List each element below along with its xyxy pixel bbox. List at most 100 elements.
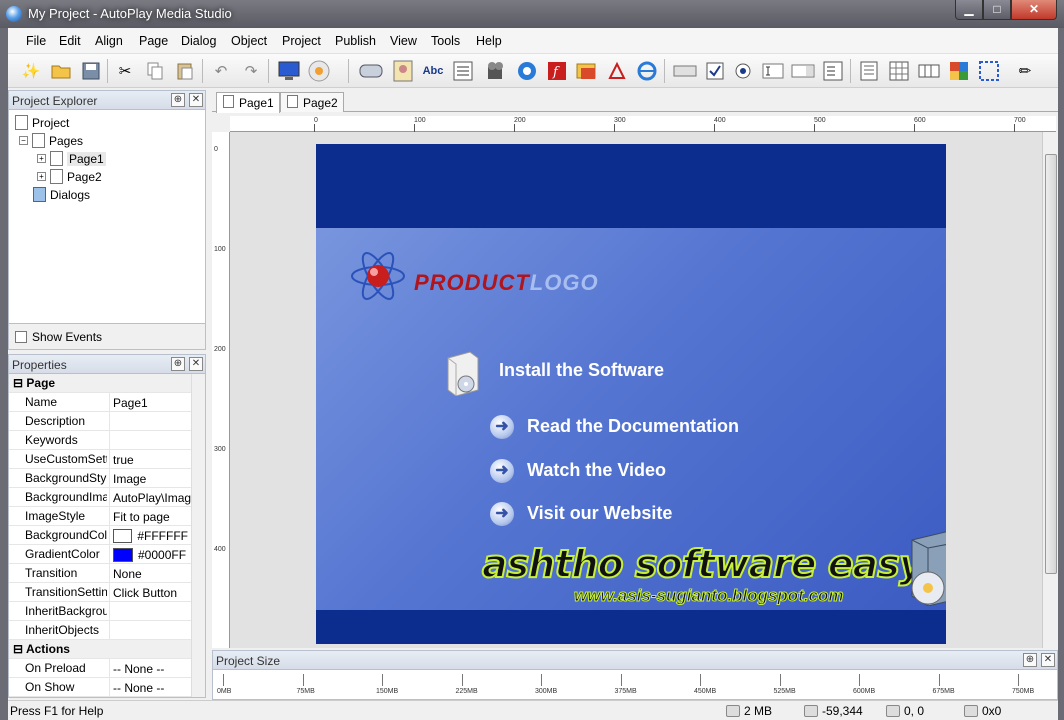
expand-icon[interactable]: +: [37, 154, 46, 163]
menu-align[interactable]: Align: [95, 34, 123, 48]
menu-edit[interactable]: Edit: [59, 34, 81, 48]
menu-publish[interactable]: Publish: [335, 34, 376, 48]
save-icon[interactable]: [78, 58, 104, 84]
slideshow-object-icon[interactable]: [574, 58, 600, 84]
property-value[interactable]: [109, 602, 191, 621]
property-value[interactable]: Click Button: [109, 583, 191, 602]
property-row[interactable]: Keywords: [9, 431, 191, 450]
property-row[interactable]: InheritBackgrou: [9, 602, 191, 621]
redo-icon[interactable]: ↷: [238, 58, 264, 84]
preview-icon[interactable]: [276, 58, 302, 84]
pencil-icon[interactable]: ✏: [1012, 58, 1038, 84]
tree-node-project[interactable]: Project: [15, 115, 69, 130]
pdf-object-icon[interactable]: [604, 58, 630, 84]
property-row[interactable]: UseCustomSett true: [9, 450, 191, 469]
cut-icon[interactable]: ✂: [112, 58, 138, 84]
property-value[interactable]: Page1: [109, 393, 191, 412]
property-value[interactable]: Image: [109, 469, 191, 488]
tab-page1[interactable]: Page1: [216, 92, 280, 113]
maximize-button[interactable]: □: [983, 0, 1011, 20]
property-row[interactable]: BackgroundIma AutoPlay\Imag: [9, 488, 191, 507]
canvas-vertical-scrollbar[interactable]: [1042, 132, 1058, 648]
tabs-icon[interactable]: [916, 58, 942, 84]
combobox-object-icon[interactable]: [790, 58, 816, 84]
flash-object-icon[interactable]: f: [544, 58, 570, 84]
menu-project[interactable]: Project: [282, 34, 321, 48]
menu-object[interactable]: Object: [231, 34, 267, 48]
property-category[interactable]: ⊟ Page: [9, 374, 191, 393]
install-software-link[interactable]: Install the Software: [499, 360, 664, 381]
property-value[interactable]: true: [109, 450, 191, 469]
copy-icon[interactable]: [142, 58, 168, 84]
tree-node-dialogs[interactable]: Dialogs: [33, 187, 90, 202]
radio-object-icon[interactable]: [730, 58, 756, 84]
textbox-object-icon[interactable]: [760, 58, 786, 84]
label-object-icon[interactable]: Abc: [420, 58, 446, 84]
paste-icon[interactable]: [172, 58, 198, 84]
property-value[interactable]: None: [109, 564, 191, 583]
tree-node-page1[interactable]: + Page1: [37, 151, 106, 166]
property-value[interactable]: [109, 431, 191, 450]
quicktime-object-icon[interactable]: [514, 58, 540, 84]
watch-video-link[interactable]: Watch the Video: [527, 460, 666, 481]
property-row[interactable]: On Preload -- None --: [9, 659, 191, 678]
page-properties-icon[interactable]: [856, 58, 882, 84]
undo-icon[interactable]: ↶: [208, 58, 234, 84]
open-folder-icon[interactable]: [48, 58, 74, 84]
paragraph-object-icon[interactable]: [450, 58, 476, 84]
menu-view[interactable]: View: [390, 34, 417, 48]
expand-icon[interactable]: +: [37, 172, 46, 181]
property-value[interactable]: #FFFFFF: [109, 526, 191, 545]
image-object-icon[interactable]: [390, 58, 416, 84]
listbox-object-icon[interactable]: [820, 58, 846, 84]
color-icon[interactable]: [946, 58, 972, 84]
read-documentation-link[interactable]: Read the Documentation: [527, 416, 739, 437]
property-row[interactable]: TransitionSettin Click Button: [9, 583, 191, 602]
property-value[interactable]: -- None --: [109, 678, 191, 697]
menu-dialog[interactable]: Dialog: [181, 34, 216, 48]
grid-icon[interactable]: [886, 58, 912, 84]
panel-close-icon[interactable]: ✕: [189, 357, 203, 371]
input-object-icon[interactable]: [672, 58, 698, 84]
menu-file[interactable]: File: [26, 34, 46, 48]
property-row[interactable]: ImageStyle Fit to page: [9, 507, 191, 526]
tree-node-pages[interactable]: − Pages: [19, 133, 83, 148]
visit-website-link[interactable]: Visit our Website: [527, 503, 672, 524]
property-row[interactable]: BackgroundCol #FFFFFF: [9, 526, 191, 545]
show-events-checkbox[interactable]: [15, 330, 27, 343]
checkbox-object-icon[interactable]: [702, 58, 728, 84]
property-value[interactable]: [109, 412, 191, 431]
scroll-thumb[interactable]: [1045, 154, 1057, 574]
tree-node-page2[interactable]: + Page2: [37, 169, 102, 184]
tab-page2[interactable]: Page2: [280, 92, 344, 112]
property-row[interactable]: InheritObjects: [9, 621, 191, 640]
button-object-icon[interactable]: [358, 58, 384, 84]
page-design[interactable]: PRODUCTLOGO Install the Software ➜ Read …: [316, 144, 946, 644]
properties-scrollbar[interactable]: [191, 374, 205, 697]
property-category[interactable]: ⊟ Actions: [9, 640, 191, 659]
property-row[interactable]: Description: [9, 412, 191, 431]
property-row[interactable]: Transition None: [9, 564, 191, 583]
wizard-icon[interactable]: ✨: [18, 58, 44, 84]
web-object-icon[interactable]: [634, 58, 660, 84]
pin-icon[interactable]: ⊕: [1023, 653, 1037, 667]
property-row[interactable]: GradientColor #0000FF: [9, 545, 191, 564]
panel-close-icon[interactable]: ✕: [1041, 653, 1055, 667]
video-object-icon[interactable]: [484, 58, 510, 84]
property-value[interactable]: -- None --: [109, 659, 191, 678]
pin-icon[interactable]: ⊕: [171, 357, 185, 371]
minimize-button[interactable]: ▁: [955, 0, 983, 20]
menu-help[interactable]: Help: [476, 34, 502, 48]
property-value[interactable]: #0000FF: [109, 545, 191, 564]
property-row[interactable]: Name Page1: [9, 393, 191, 412]
collapse-icon[interactable]: −: [19, 136, 28, 145]
build-icon[interactable]: [306, 58, 332, 84]
property-row[interactable]: On Show -- None --: [9, 678, 191, 697]
selection-icon[interactable]: [976, 58, 1002, 84]
panel-close-icon[interactable]: ✕: [189, 93, 203, 107]
design-canvas[interactable]: PRODUCTLOGO Install the Software ➜ Read …: [230, 132, 1058, 648]
menu-tools[interactable]: Tools: [431, 34, 460, 48]
property-value[interactable]: AutoPlay\Imag: [109, 488, 191, 507]
property-value[interactable]: Fit to page: [109, 507, 191, 526]
pin-icon[interactable]: ⊕: [171, 93, 185, 107]
